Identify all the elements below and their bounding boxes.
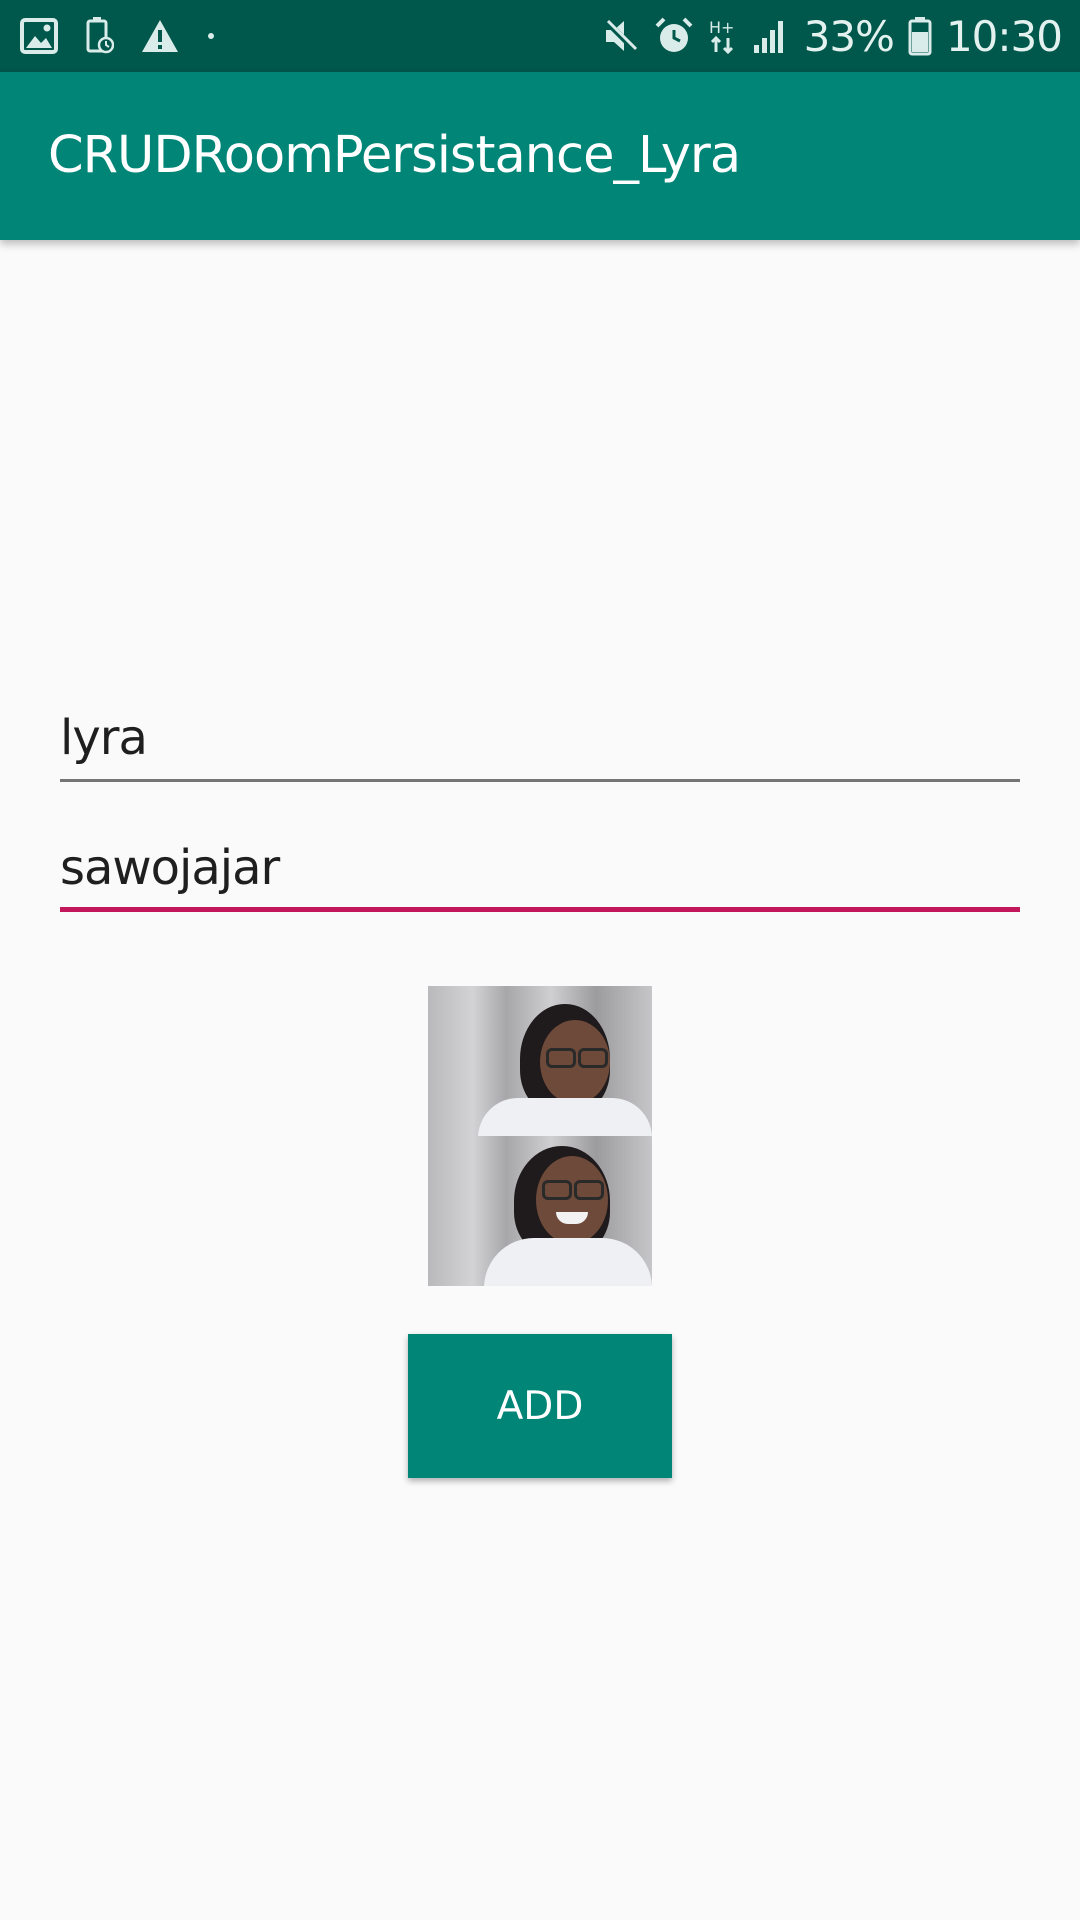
battery-saver-icon xyxy=(84,17,114,55)
address-field-value: sawojajar xyxy=(60,840,280,896)
status-bar-left xyxy=(20,0,216,72)
app-bar: CRUDRoomPersistance_Lyra xyxy=(0,72,1080,240)
name-field-value: lyra xyxy=(60,710,148,766)
photo-top-half xyxy=(428,986,652,1136)
address-field-underline xyxy=(60,907,1020,912)
clock: 10:30 xyxy=(945,11,1063,61)
app-title: CRUDRoomPersistance_Lyra xyxy=(48,126,741,185)
signal-icon xyxy=(752,17,790,55)
address-field[interactable]: sawojajar xyxy=(60,832,1020,912)
name-field[interactable]: lyra xyxy=(60,702,1020,782)
photo-bottom-half xyxy=(428,1136,652,1286)
dot-icon xyxy=(206,31,216,41)
status-bar: H+ 33% 10:30 xyxy=(0,0,1080,72)
status-bar-right: H+ 33% 10:30 xyxy=(602,0,1063,72)
svg-text:H+: H+ xyxy=(709,18,734,37)
image-icon xyxy=(20,18,58,54)
network-arrows-icon: H+ xyxy=(708,16,738,56)
add-button[interactable]: ADD xyxy=(408,1334,672,1478)
battery-icon xyxy=(908,16,932,56)
mute-icon xyxy=(602,17,640,55)
alarm-icon xyxy=(654,16,694,56)
name-field-underline xyxy=(60,779,1020,782)
battery-percent: 33% xyxy=(803,11,895,61)
warning-icon xyxy=(140,18,180,54)
selected-photo[interactable] xyxy=(428,986,652,1286)
